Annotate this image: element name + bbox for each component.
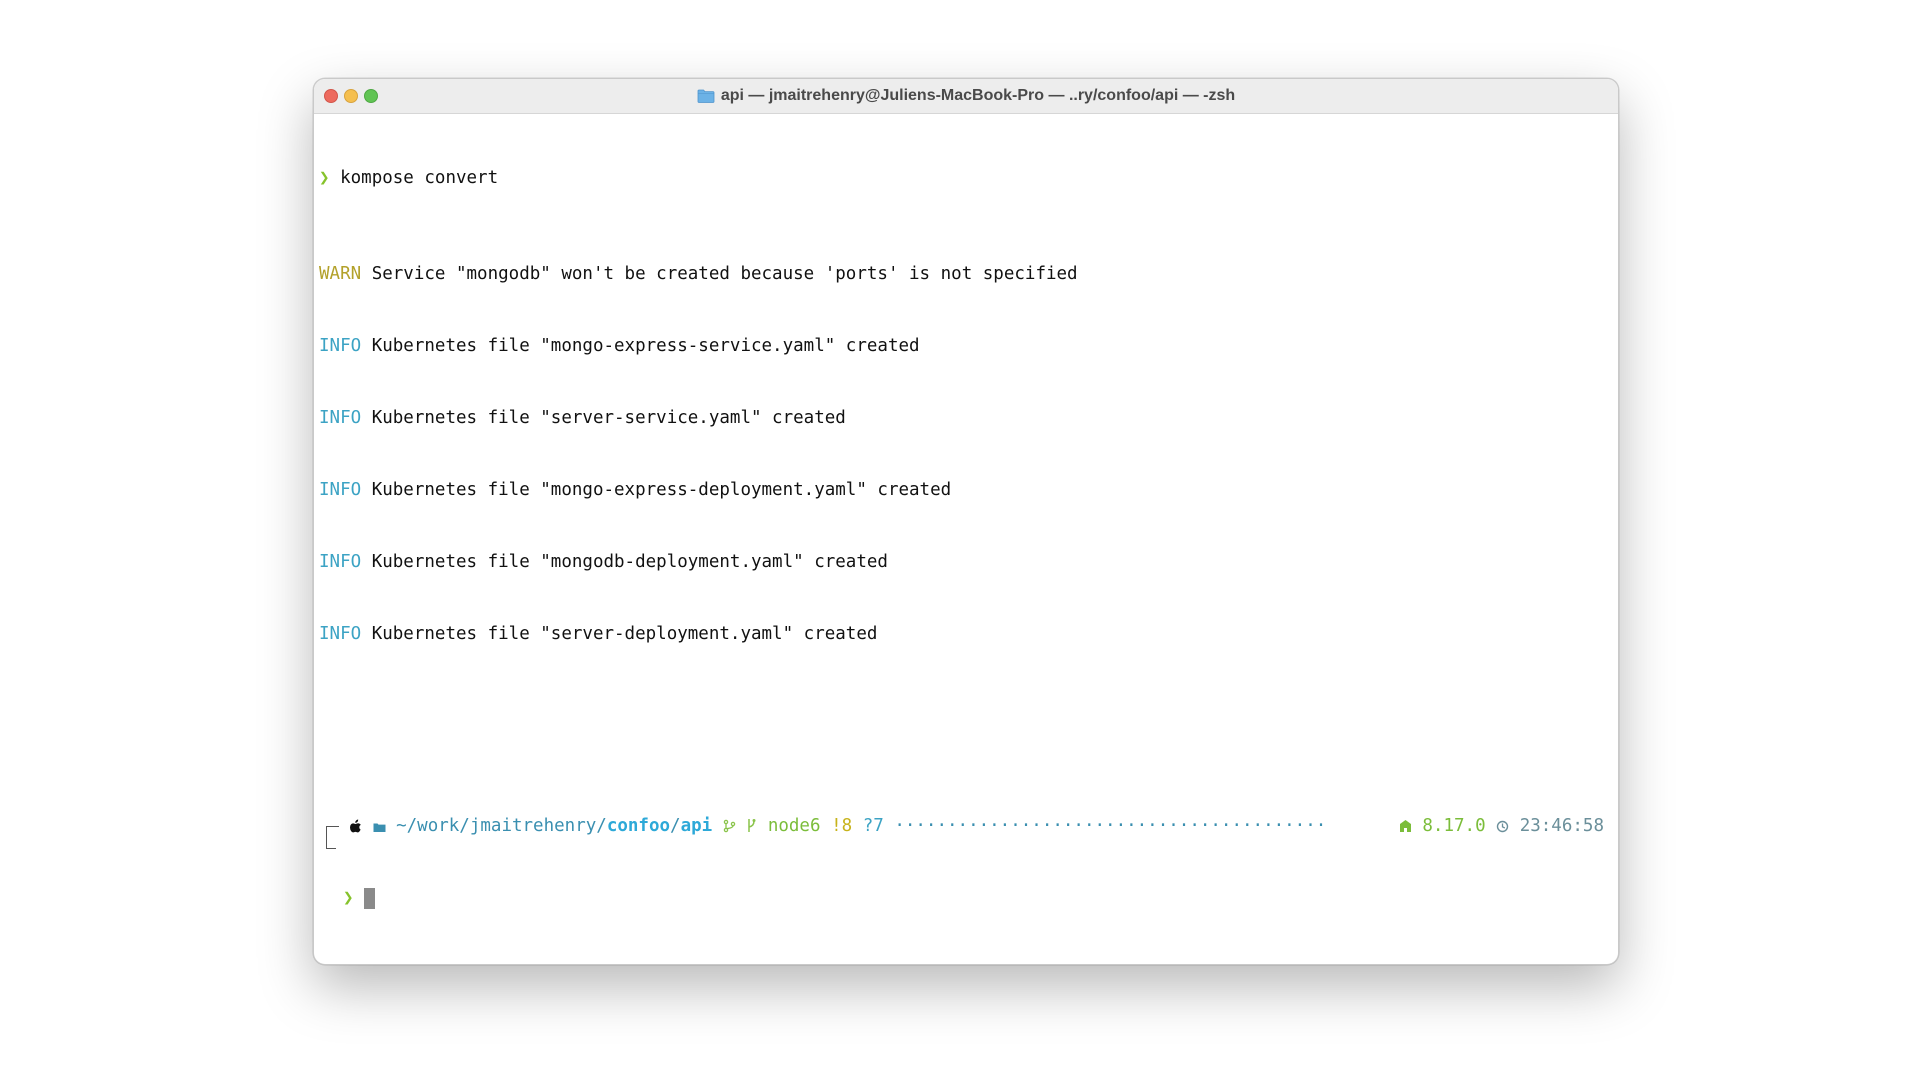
prompt-bracket-bottom — [326, 848, 336, 849]
window-title-area: api — jmaitrehenry@Juliens-MacBook-Pro —… — [314, 79, 1618, 113]
log-message: Kubernetes file "mongo-express-deploymen… — [361, 480, 952, 500]
path-dir: confoo — [606, 816, 671, 836]
output-line: INFO Kubernetes file "mongo-express-depl… — [319, 478, 1618, 502]
git-modified-count: !8 — [831, 816, 853, 836]
folder-icon — [697, 89, 715, 103]
path-dir: api — [680, 816, 713, 836]
title-bar: api — jmaitrehenry@Juliens-MacBook-Pro —… — [314, 79, 1618, 114]
prompt-status-line: ~/work/jmaitrehenry/confoo/api node6 !8 … — [319, 814, 1618, 849]
input-line[interactable]: ❯ — [319, 886, 1618, 910]
log-level: INFO — [319, 336, 362, 356]
prompt-time: 23:46:58 — [1519, 816, 1604, 836]
node-version: 8.17.0 — [1422, 816, 1486, 836]
git-icon — [723, 816, 736, 840]
output-line: INFO Kubernetes file "mongodb-deployment… — [319, 550, 1618, 574]
log-level: INFO — [319, 480, 362, 500]
log-message: Kubernetes file "server-deployment.yaml"… — [361, 624, 878, 644]
window-title: api — jmaitrehenry@Juliens-MacBook-Pro —… — [720, 87, 1236, 104]
log-message: Kubernetes file "mongodb-deployment.yaml… — [361, 552, 888, 572]
node-icon — [1399, 816, 1412, 840]
log-message: Service "mongodb" won't be created becau… — [361, 264, 1078, 284]
folder-icon — [373, 816, 386, 840]
text-cursor — [364, 888, 375, 909]
branch-icon — [746, 816, 757, 840]
log-level: INFO — [319, 408, 362, 428]
git-branch: node6 — [767, 816, 821, 836]
log-message: Kubernetes file "mongo-express-service.y… — [361, 336, 920, 356]
command-text: kompose convert — [340, 168, 499, 188]
log-message: Kubernetes file "server-service.yaml" cr… — [361, 408, 846, 428]
apple-icon — [350, 816, 362, 840]
terminal-window: api — jmaitrehenry@Juliens-MacBook-Pro —… — [313, 78, 1619, 965]
input-prompt-symbol: ❯ — [343, 888, 354, 908]
prompt-bracket — [326, 826, 339, 849]
terminal-content[interactable]: ❯ kompose convert WARN Service "mongodb"… — [314, 114, 1618, 958]
path-prefix: ~/work/jmaitrehenry/ — [396, 816, 607, 836]
git-untracked-count: ?7 — [862, 816, 884, 836]
output-line: INFO Kubernetes file "mongo-express-serv… — [319, 334, 1618, 358]
log-level: INFO — [319, 552, 362, 572]
path-separator: / — [670, 816, 681, 836]
command-line: ❯ kompose convert — [319, 166, 1618, 190]
left-prompt: ~/work/jmaitrehenry/confoo/api node6 !8 … — [350, 814, 1326, 840]
output-line: INFO Kubernetes file "server-deployment.… — [319, 622, 1618, 646]
log-level: INFO — [319, 624, 362, 644]
output-line: WARN Service "mongodb" won't be created … — [319, 262, 1618, 286]
output-line: INFO Kubernetes file "server-service.yam… — [319, 406, 1618, 430]
right-prompt: 8.17.0 23:46:58 — [1399, 814, 1604, 840]
prompt-filler-dots: ········································… — [894, 816, 1327, 836]
prompt-symbol: ❯ — [319, 168, 330, 188]
log-level: WARN — [319, 264, 362, 284]
clock-icon — [1496, 816, 1509, 840]
